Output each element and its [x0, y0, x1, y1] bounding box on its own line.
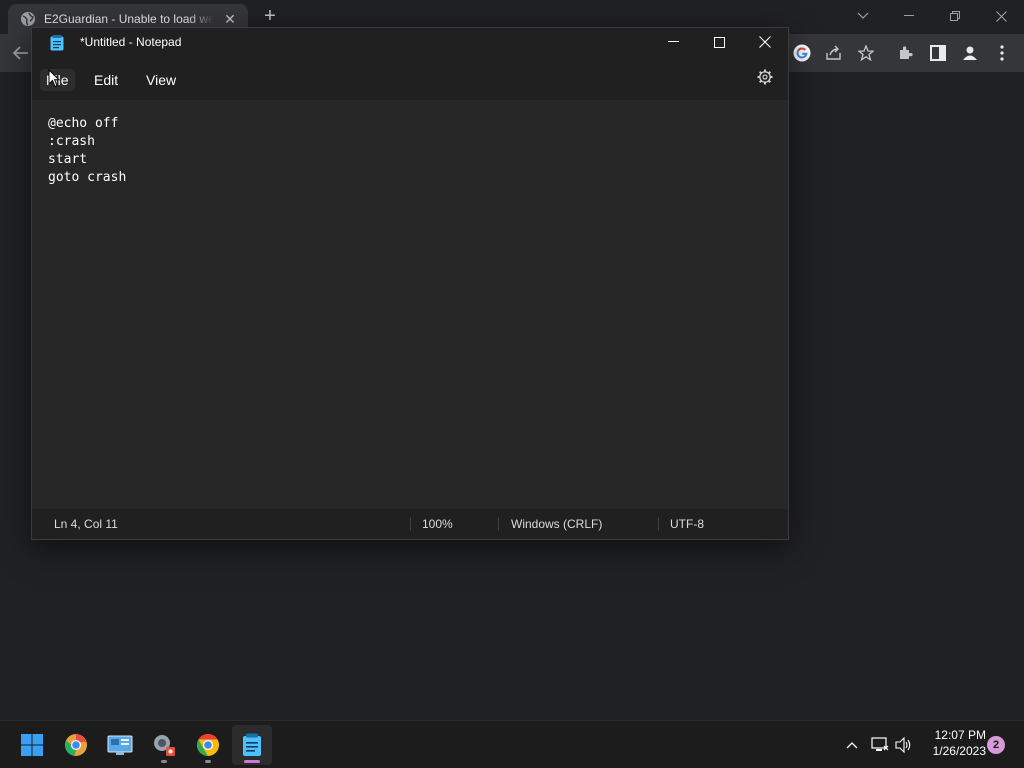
- chrome-window-controls: [840, 0, 1024, 32]
- editor-line: :crash: [48, 134, 95, 149]
- back-arrow-icon[interactable]: [10, 42, 32, 64]
- control-panel-app-icon: [107, 735, 133, 755]
- taskbar-app-control-panel[interactable]: [100, 725, 140, 765]
- chrome-restore-icon[interactable]: [932, 0, 978, 32]
- status-divider: [658, 517, 659, 531]
- maximize-button[interactable]: [696, 28, 742, 56]
- status-zoom: 100%: [422, 517, 453, 531]
- mouse-cursor-icon: [48, 69, 60, 88]
- globe-icon: [21, 12, 35, 26]
- taskbar-app-notepad[interactable]: [232, 725, 272, 765]
- side-panel-icon[interactable]: [926, 41, 950, 65]
- extensions-puzzle-icon[interactable]: [894, 41, 918, 65]
- chrome-minimize-icon[interactable]: [886, 0, 932, 32]
- taskbar-clock[interactable]: 12:07 PM 1/26/2023: [916, 727, 986, 759]
- app-running-indicator: [205, 760, 211, 763]
- chrome-variant-app-icon: [65, 734, 87, 756]
- close-button[interactable]: [742, 28, 788, 56]
- start-button[interactable]: [12, 725, 52, 765]
- google-icon[interactable]: [790, 41, 814, 65]
- tab-search-chevron-icon[interactable]: [840, 0, 886, 32]
- taskbar-app-chrome-variant[interactable]: [56, 725, 96, 765]
- maximize-icon: [713, 36, 725, 48]
- share-icon[interactable]: [822, 41, 846, 65]
- start-windows-icon: [21, 734, 43, 756]
- notepad-statusbar: Ln 4, Col 11 100% Windows (CRLF) UTF-8: [32, 509, 788, 539]
- app-active-indicator: [244, 760, 260, 763]
- notepad-titlebar[interactable]: *Untitled - Notepad: [32, 28, 788, 58]
- text-editor-area[interactable]: @echo off :crash start goto crash: [32, 100, 788, 508]
- close-tab-icon[interactable]: ✕: [222, 11, 238, 28]
- notepad-taskbar-icon: [243, 733, 261, 756]
- taskbar: [0, 720, 1024, 768]
- notepad-app-icon: [50, 35, 64, 51]
- show-hidden-icons-chevron-icon[interactable]: [842, 735, 862, 755]
- more-menu-icon[interactable]: [990, 41, 1014, 65]
- network-icon[interactable]: [870, 735, 890, 755]
- minimize-icon: [667, 41, 679, 42]
- status-line-ending: Windows (CRLF): [511, 517, 603, 531]
- editor-line: goto crash: [48, 170, 127, 185]
- menu-edit[interactable]: Edit: [88, 69, 124, 91]
- bookmark-star-icon[interactable]: [854, 41, 878, 65]
- notepad-menubar: File Edit View: [32, 58, 788, 100]
- volume-icon[interactable]: [894, 735, 914, 755]
- editor-line: start: [48, 152, 88, 167]
- status-divider: [498, 517, 499, 531]
- status-cursor-position: Ln 4, Col 11: [54, 517, 118, 531]
- new-tab-button[interactable]: +: [258, 6, 282, 28]
- browser-tab-title: E2Guardian - Unable to load web page: [44, 12, 214, 26]
- status-encoding: UTF-8: [670, 517, 704, 531]
- close-icon: [759, 36, 771, 48]
- menu-view[interactable]: View: [140, 69, 182, 91]
- taskbar-app-network-tool[interactable]: [144, 725, 184, 765]
- app-running-indicator: [161, 760, 167, 763]
- clock-time: 12:07 PM: [934, 728, 986, 742]
- chrome-app-icon: [197, 734, 219, 756]
- minimize-button[interactable]: [650, 28, 696, 56]
- notepad-window-controls: [650, 28, 788, 56]
- settings-gear-icon[interactable]: [756, 68, 774, 86]
- notepad-title: *Untitled - Notepad: [80, 35, 182, 49]
- network-tool-app-icon: [154, 735, 175, 756]
- notepad-window: *Untitled - Notepad File Edit View @e: [31, 27, 789, 540]
- editor-line: @echo off: [48, 116, 119, 131]
- status-divider: [410, 517, 411, 531]
- chrome-close-icon[interactable]: [978, 0, 1024, 32]
- clock-date: 1/26/2023: [932, 744, 986, 758]
- profile-icon[interactable]: [958, 41, 982, 65]
- taskbar-app-chrome[interactable]: [188, 725, 228, 765]
- notification-badge[interactable]: 2: [987, 736, 1005, 754]
